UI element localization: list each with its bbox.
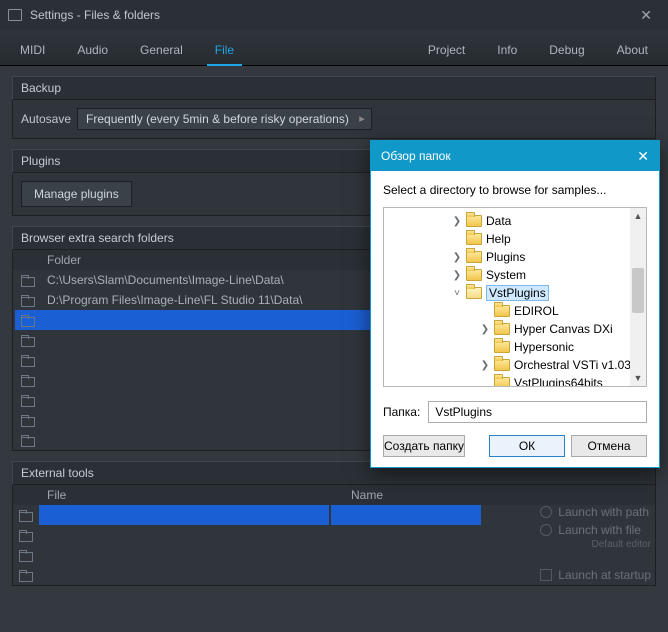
tree-label: Orchestral VSTi v1.03 bbox=[514, 358, 631, 372]
tree-label: VstPlugins64bits bbox=[514, 376, 603, 387]
tab-audio[interactable]: Audio bbox=[61, 35, 124, 65]
col-name: Name bbox=[351, 488, 515, 502]
folder-icon bbox=[21, 315, 35, 325]
tree-label: Data bbox=[486, 214, 511, 228]
tree-node[interactable]: Help bbox=[384, 230, 646, 248]
expand-icon[interactable]: ❯ bbox=[480, 324, 490, 335]
folder-icon bbox=[466, 287, 482, 299]
tree-label: Hyper Canvas DXi bbox=[514, 322, 613, 336]
create-folder-button[interactable]: Создать папку bbox=[383, 435, 465, 457]
folder-icon bbox=[19, 510, 33, 520]
tree-label: Plugins bbox=[486, 250, 525, 264]
tree-node[interactable]: ❯ Hyper Canvas DXi bbox=[384, 320, 646, 338]
tree-node[interactable]: EDIROL bbox=[384, 302, 646, 320]
default-editor-label: Default editor bbox=[540, 539, 651, 550]
tree-node[interactable]: VstPlugins64bits bbox=[384, 374, 646, 387]
folder-icon bbox=[466, 233, 482, 245]
scroll-up-icon[interactable]: ▲ bbox=[630, 208, 646, 224]
window-title: Settings - Files & folders bbox=[30, 8, 160, 22]
folder-icon bbox=[19, 570, 33, 580]
window-titlebar: Settings - Files & folders ✕ bbox=[0, 0, 668, 30]
manage-plugins-button[interactable]: Manage plugins bbox=[21, 181, 132, 207]
launch-at-startup-checkbox[interactable]: Launch at startup bbox=[540, 568, 651, 582]
external-options: Launch with path Launch with file Defaul… bbox=[536, 505, 655, 585]
expand-icon[interactable]: ˅ bbox=[452, 288, 462, 299]
folder-icon bbox=[21, 395, 35, 405]
expand-icon[interactable]: ❯ bbox=[452, 216, 462, 227]
expand-icon[interactable]: ❯ bbox=[452, 270, 462, 281]
tree-label: Hypersonic bbox=[514, 340, 574, 354]
folder-icon bbox=[21, 415, 35, 425]
tab-debug[interactable]: Debug bbox=[533, 35, 600, 65]
dialog-titlebar: Обзор папок ✕ bbox=[371, 141, 659, 171]
folder-icon bbox=[21, 295, 35, 305]
autosave-label: Autosave bbox=[21, 112, 71, 126]
folder-icon bbox=[19, 550, 33, 560]
folder-icon bbox=[19, 530, 33, 540]
list-item[interactable] bbox=[13, 525, 536, 545]
folder-icon bbox=[494, 323, 510, 335]
scroll-down-icon[interactable]: ▼ bbox=[630, 370, 646, 386]
tab-midi[interactable]: MIDI bbox=[4, 35, 61, 65]
tab-info[interactable]: Info bbox=[481, 35, 533, 65]
dialog-message: Select a directory to browse for samples… bbox=[383, 183, 647, 197]
tree-label: Help bbox=[486, 232, 511, 246]
cancel-button[interactable]: Отмена bbox=[571, 435, 647, 457]
dialog-close-icon[interactable]: ✕ bbox=[637, 148, 649, 165]
launch-with-file-radio[interactable]: Launch with file bbox=[540, 523, 651, 537]
tree-label: EDIROL bbox=[514, 304, 559, 318]
folder-icon bbox=[21, 355, 35, 365]
folder-icon bbox=[21, 375, 35, 385]
close-icon[interactable]: ✕ bbox=[632, 3, 660, 28]
tree-label: System bbox=[486, 268, 526, 282]
list-item[interactable] bbox=[13, 545, 536, 565]
tree-node[interactable]: ❯ System bbox=[384, 266, 646, 284]
list-item[interactable] bbox=[13, 505, 536, 525]
col-file: File bbox=[47, 488, 351, 502]
tree-node[interactable]: ❯ Orchestral VSTi v1.03 bbox=[384, 356, 646, 374]
expand-icon[interactable]: ❯ bbox=[452, 252, 462, 263]
folder-icon bbox=[466, 269, 482, 281]
tab-about[interactable]: About bbox=[601, 35, 664, 65]
folder-icon bbox=[494, 305, 510, 317]
col-icon bbox=[21, 253, 47, 267]
tree-node[interactable]: ❯ Plugins bbox=[384, 248, 646, 266]
folder-label: Папка: bbox=[383, 405, 420, 419]
tab-project[interactable]: Project bbox=[412, 35, 481, 65]
scrollbar[interactable]: ▲ ▼ bbox=[630, 208, 646, 386]
dialog-title: Обзор папок bbox=[381, 149, 451, 163]
folder-icon bbox=[494, 359, 510, 371]
tree-label: VstPlugins bbox=[486, 286, 549, 300]
folder-tree[interactable]: ❯ Data Help ❯ Plugins ❯ System ˅ VstPlugins EDIRO… bbox=[383, 207, 647, 387]
folder-icon bbox=[466, 215, 482, 227]
external-list bbox=[13, 505, 536, 585]
tab-general[interactable]: General bbox=[124, 35, 199, 65]
backup-header: Backup bbox=[12, 76, 656, 100]
autosave-select[interactable]: Frequently (every 5min & before risky op… bbox=[77, 108, 372, 130]
folder-icon bbox=[494, 377, 510, 387]
folder-input[interactable] bbox=[428, 401, 647, 423]
folder-icon bbox=[466, 251, 482, 263]
tree-node[interactable]: Hypersonic bbox=[384, 338, 646, 356]
list-item[interactable] bbox=[13, 565, 536, 585]
folder-icon bbox=[21, 435, 35, 445]
tree-node[interactable]: ˅ VstPlugins bbox=[384, 284, 646, 302]
tree-node[interactable]: ❯ Data bbox=[384, 212, 646, 230]
launch-with-path-radio[interactable]: Launch with path bbox=[540, 505, 651, 519]
folder-icon bbox=[21, 335, 35, 345]
folder-icon bbox=[8, 9, 22, 21]
folder-icon bbox=[21, 275, 35, 285]
tab-file[interactable]: File bbox=[199, 35, 250, 65]
browse-folders-dialog: Обзор папок ✕ Select a directory to brow… bbox=[370, 140, 660, 468]
ok-button[interactable]: ОК bbox=[489, 435, 565, 457]
folder-icon bbox=[494, 341, 510, 353]
expand-icon[interactable]: ❯ bbox=[480, 360, 490, 371]
settings-tabs: MIDIAudioGeneralFile ProjectInfoDebugAbou… bbox=[0, 30, 668, 66]
scroll-thumb[interactable] bbox=[632, 268, 644, 313]
